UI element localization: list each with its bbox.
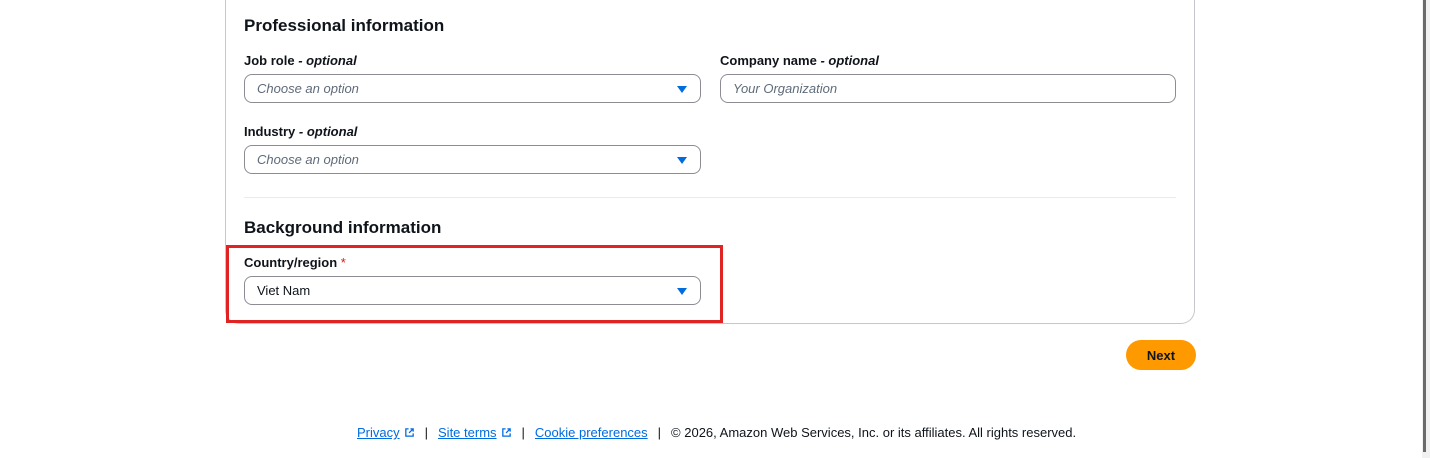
highlight-box [226,245,723,323]
footer-separator: | [424,425,429,440]
cookie-preferences-link[interactable]: Cookie preferences [535,425,648,440]
job-role-select[interactable]: Choose an option [244,74,701,103]
industry-placeholder: Choose an option [257,152,359,167]
caret-down-icon [677,85,687,93]
professional-information-heading: Professional information [244,16,445,35]
privacy-link[interactable]: Privacy [357,425,415,440]
footer: Privacy | Site terms | Cookie preference… [357,425,1076,440]
industry-label: Industry - optional [244,124,358,139]
footer-separator: | [521,425,525,440]
next-button[interactable]: Next [1126,340,1196,370]
section-divider [244,197,1176,198]
optional-tag: - optional [820,53,879,68]
industry-select[interactable]: Choose an option [244,145,701,174]
optional-tag: - optional [298,53,357,68]
company-name-input[interactable]: Your Organization [720,74,1176,103]
scrollbar-thumb[interactable] [1423,0,1426,452]
job-role-label: Job role - optional [244,53,357,68]
footer-separator: | [657,425,662,440]
caret-down-icon [677,156,687,164]
scrollbar[interactable] [1422,0,1430,458]
external-link-icon [501,428,511,437]
page: Professional information Job role - opti… [0,0,1430,458]
copyright-text: © 2026, Amazon Web Services, Inc. or its… [671,425,1077,440]
external-link-icon [404,428,414,437]
optional-tag: - optional [298,124,358,139]
job-role-placeholder: Choose an option [257,81,359,96]
background-information-heading: Background information [244,218,442,237]
site-terms-link[interactable]: Site terms [438,425,512,440]
company-name-placeholder: Your Organization [733,81,838,96]
company-name-label: Company name - optional [720,53,879,68]
